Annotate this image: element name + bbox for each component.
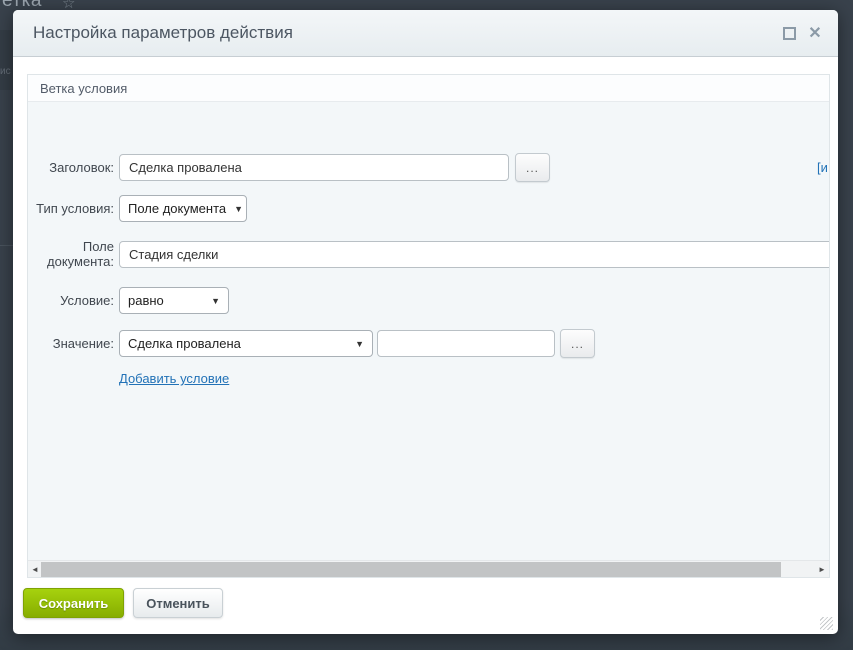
panel-header: Ветка условия — [28, 75, 829, 102]
title-more-button[interactable]: ... — [515, 153, 550, 182]
panel-header-label: Ветка условия — [40, 81, 127, 96]
action-settings-dialog: Настройка параметров действия ✕ Ветка ус… — [13, 10, 838, 634]
value-row: Значение: Сделка провалена ▼ ... — [28, 329, 829, 358]
condition-type-row: Тип условия: Поле документа ▼ — [28, 195, 829, 222]
condition-branch-panel: Ветка условия [и Заголовок: ... Тип усло… — [27, 74, 830, 578]
document-field-label: Поле документа: — [28, 239, 114, 269]
document-field-row: Поле документа: — [28, 239, 829, 269]
background-left-text-fragment: ис — [0, 66, 11, 77]
operator-row: Условие: равно ▼ — [28, 287, 829, 314]
chevron-down-icon: ▼ — [355, 339, 364, 349]
condition-type-select[interactable]: Поле документа ▼ — [119, 195, 247, 222]
operator-label: Условие: — [28, 293, 114, 308]
scroll-left-icon[interactable]: ◄ — [28, 561, 42, 578]
scrollbar-thumb[interactable] — [41, 562, 781, 577]
title-label: Заголовок: — [28, 160, 114, 175]
close-button[interactable]: ✕ — [804, 10, 826, 57]
add-condition-link[interactable]: Добавить условие — [119, 371, 229, 386]
background-left-block — [0, 30, 13, 90]
value-input[interactable] — [377, 330, 555, 357]
document-field-input[interactable] — [119, 241, 830, 268]
condition-type-value: Поле документа — [128, 201, 226, 216]
maximize-button[interactable] — [778, 10, 800, 57]
dialog-titlebar: Настройка параметров действия — [13, 10, 838, 57]
horizontal-scrollbar[interactable]: ◄ ► — [28, 560, 829, 577]
maximize-icon — [783, 27, 796, 40]
operator-select[interactable]: равно ▼ — [119, 287, 229, 314]
close-icon: ✕ — [808, 26, 821, 42]
condition-type-label: Тип условия: — [28, 201, 114, 216]
chevron-down-icon: ▼ — [211, 296, 220, 306]
value-select-value: Сделка провалена — [128, 336, 241, 351]
title-input[interactable] — [119, 154, 509, 181]
resize-grip-icon[interactable] — [820, 617, 833, 630]
value-select[interactable]: Сделка провалена ▼ — [119, 330, 373, 357]
scroll-right-icon[interactable]: ► — [815, 561, 829, 578]
cancel-button[interactable]: Отменить — [133, 588, 223, 618]
operator-value: равно — [128, 293, 164, 308]
chevron-down-icon: ▼ — [234, 204, 243, 214]
value-label: Значение: — [28, 336, 114, 351]
add-condition-row: Добавить условие — [28, 371, 829, 386]
dialog-title: Настройка параметров действия — [33, 23, 293, 43]
save-button[interactable]: Сохранить — [23, 588, 124, 618]
value-more-button[interactable]: ... — [560, 329, 595, 358]
background-divider — [0, 245, 13, 246]
title-row: Заголовок: ... — [28, 153, 829, 182]
